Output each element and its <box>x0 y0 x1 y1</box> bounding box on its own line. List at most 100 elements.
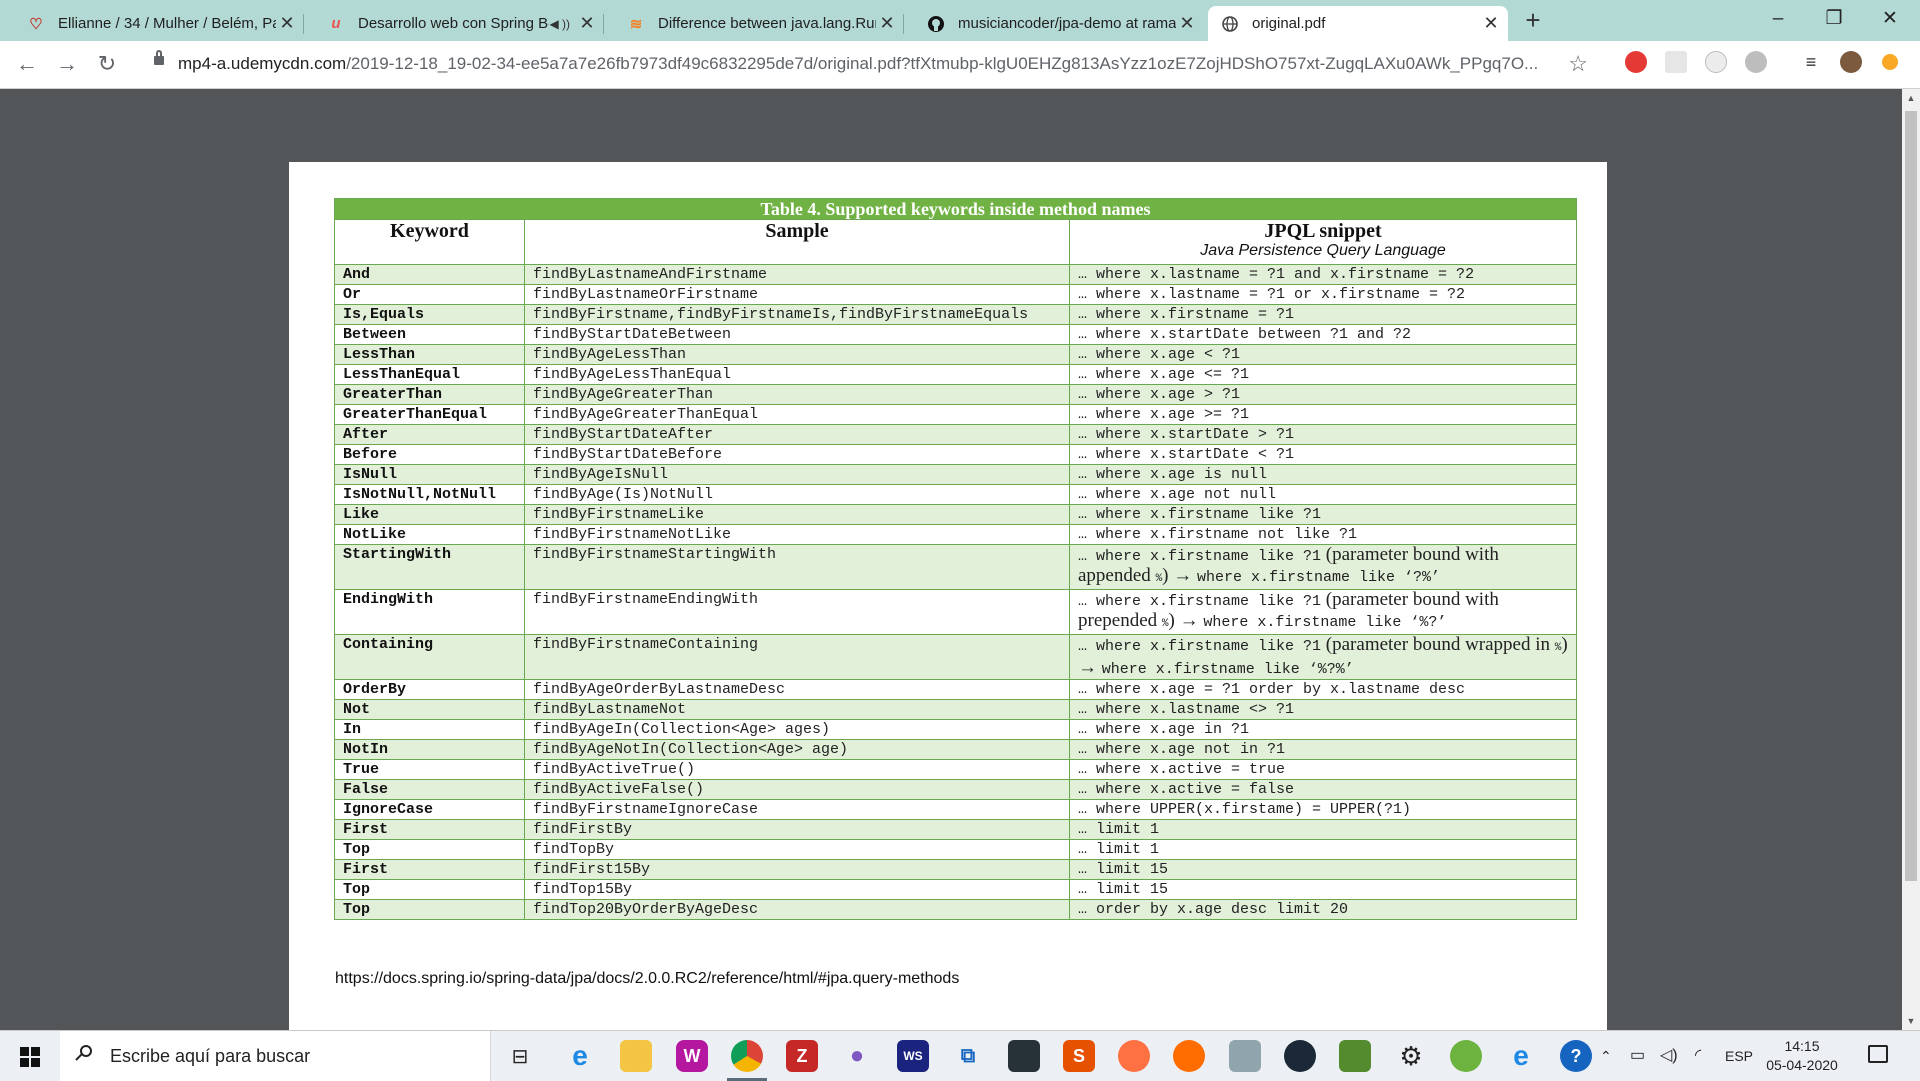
webstorm-icon[interactable]: WS <box>897 1040 929 1072</box>
battery-icon[interactable]: ▭ <box>1630 1031 1645 1081</box>
close-tab-icon[interactable]: ✕ <box>876 13 898 34</box>
update-alert-icon[interactable] <box>1882 54 1898 70</box>
bookmark-star-icon[interactable]: ☆ <box>1568 47 1588 81</box>
tab-github[interactable]: musiciancoder/jpa-demo at rama ✕ <box>914 6 1204 41</box>
jpql-cell: … limit 1 <box>1068 819 1578 840</box>
postman-icon[interactable] <box>1118 1040 1150 1072</box>
jpql-cell: … where x.firstname = ?1 <box>1068 304 1578 325</box>
keyword-cell: After <box>334 424 525 445</box>
sample-cell: findByAge(Is)NotNull <box>524 484 1070 505</box>
tab-original-pdf[interactable]: original.pdf ✕ <box>1208 6 1508 41</box>
extension-icon[interactable] <box>1625 51 1647 73</box>
table-row: False findByActiveFalse()… where x.active… <box>334 779 1578 800</box>
maps-pin-icon[interactable]: ● <box>841 1040 873 1072</box>
udemy-icon: u <box>331 15 341 32</box>
sublime-icon[interactable]: S <box>1063 1040 1095 1072</box>
table-row: Containing findByFirstnameContaining… whe… <box>334 634 1578 680</box>
vertical-scrollbar[interactable]: ▲ ▼ <box>1902 89 1920 1030</box>
firefox-icon[interactable] <box>1173 1040 1205 1072</box>
sample-cell: findFirst15By <box>524 859 1070 880</box>
sample-cell: findByLastnameNot <box>524 699 1070 720</box>
wifi-icon[interactable]: ◜ <box>1695 1031 1701 1081</box>
table-row: IgnoreCase findByFirstnameIgnoreCase… whe… <box>334 799 1578 820</box>
scroll-up-icon[interactable]: ▲ <box>1902 93 1920 103</box>
sample-cell: findByAgeIsNull <box>524 464 1070 485</box>
tab-udemy[interactable]: u Desarrollo web con Spring Bo ◀ )) ✕ <box>314 6 604 41</box>
reload-button[interactable]: ↻ <box>90 47 124 81</box>
language-indicator[interactable]: ESP <box>1725 1031 1753 1081</box>
extension-icon[interactable] <box>1665 51 1687 73</box>
url-text[interactable]: mp4-a.udemycdn.com/2019-12-18_19-02-34-e… <box>178 47 1558 81</box>
globe-icon <box>1220 14 1240 34</box>
volume-icon[interactable]: ◁) <box>1660 1031 1678 1081</box>
new-tab-button[interactable]: + <box>1519 6 1547 36</box>
table-row: In findByAgeIn(Collection<Age> ages)… whe… <box>334 719 1578 740</box>
table-row: First findFirst15By… limit 15 <box>334 859 1578 880</box>
cheatengine-icon[interactable] <box>1339 1040 1371 1072</box>
steam-icon[interactable] <box>1284 1040 1316 1072</box>
task-view-icon[interactable]: ⊟ <box>504 1040 536 1072</box>
forward-button[interactable]: → <box>50 47 84 81</box>
tab-stackoverflow[interactable]: ≋ Difference between java.lang.Run ✕ <box>614 6 904 41</box>
close-tab-icon[interactable]: ✕ <box>1176 13 1198 34</box>
file-explorer-icon[interactable] <box>620 1040 652 1072</box>
keyword-cell: First <box>334 819 525 840</box>
jpql-cell: … where x.age >= ?1 <box>1068 404 1578 425</box>
edge-icon[interactable]: e <box>564 1040 596 1072</box>
media-control-icon[interactable]: ≡ <box>1800 51 1822 73</box>
speaker-icon[interactable]: ◀ )) <box>549 17 570 31</box>
internet-explorer-icon[interactable]: e <box>1505 1040 1537 1072</box>
keyword-cell: EndingWith <box>334 589 525 635</box>
wamp-icon[interactable]: W <box>676 1040 708 1072</box>
keywords-table: Table 4. Supported keywords inside metho… <box>333 198 1578 920</box>
minimize-button[interactable]: – <box>1750 0 1806 40</box>
avatar[interactable] <box>1840 51 1862 73</box>
tab-ellianne[interactable]: ♡ Ellianne / 34 / Mulher / Belém, Pa ✕ <box>14 6 304 41</box>
clock[interactable]: 14:15 05-04-2020 <box>1752 1037 1852 1075</box>
terminal-icon[interactable] <box>1008 1040 1040 1072</box>
table-row: Not findByLastnameNot… where x.lastname <… <box>334 699 1578 720</box>
help-icon[interactable]: ? <box>1560 1040 1592 1072</box>
keyword-cell: First <box>334 859 525 880</box>
keyword-cell: IsNull <box>334 464 525 485</box>
chrome-icon[interactable] <box>731 1040 763 1072</box>
sample-cell: findByAgeIn(Collection<Age> ages) <box>524 719 1070 740</box>
taskbar-search-box[interactable]: Escribe aquí para buscar <box>60 1031 491 1081</box>
keyword-cell: GreaterThanEqual <box>334 404 525 425</box>
settings-icon[interactable]: ⚙ <box>1395 1040 1427 1072</box>
table-row: GreaterThan findByAgeGreaterThan… where x… <box>334 384 1578 405</box>
close-tab-icon[interactable]: ✕ <box>576 13 598 34</box>
notes-icon[interactable] <box>1229 1040 1261 1072</box>
jpql-cell: … where x.age > ?1 <box>1068 384 1578 405</box>
filezilla-icon[interactable]: Z <box>786 1040 818 1072</box>
extension-icon[interactable] <box>1705 51 1727 73</box>
notification-icon[interactable] <box>1868 1045 1888 1063</box>
tab-title: Desarrollo web con Spring Bo <box>358 15 550 32</box>
scrollbar-thumb[interactable] <box>1905 111 1917 881</box>
close-tab-icon[interactable]: ✕ <box>1480 13 1502 34</box>
tab-title: original.pdf <box>1252 15 1326 32</box>
network-icon[interactable]: ⧉ <box>952 1040 984 1072</box>
back-button[interactable]: ← <box>10 47 44 81</box>
close-tab-icon[interactable]: ✕ <box>276 13 298 34</box>
spring-tools-icon[interactable] <box>1450 1040 1482 1072</box>
address-bar[interactable]: mp4-a.udemycdn.com/2019-12-18_19-02-34-e… <box>142 47 1594 81</box>
tray-chevron-icon[interactable]: ⌃ <box>1600 1031 1612 1081</box>
extension-icon[interactable] <box>1745 51 1767 73</box>
pdf-viewer[interactable]: Table 4. Supported keywords inside metho… <box>0 89 1902 1030</box>
table-row: Or findByLastnameOrFirstname… where x.las… <box>334 284 1578 305</box>
clock-date: 05-04-2020 <box>1766 1057 1838 1073</box>
sample-cell: findByFirstnameNotLike <box>524 524 1070 545</box>
start-button[interactable] <box>0 1031 60 1081</box>
keyword-cell: StartingWith <box>334 544 525 590</box>
keyword-cell: Is,Equals <box>334 304 525 325</box>
stackoverflow-icon: ≋ <box>629 15 643 33</box>
jpql-cell: … where x.lastname = ?1 or x.firstname =… <box>1068 284 1578 305</box>
keyword-cell: Top <box>334 899 525 920</box>
close-window-button[interactable]: ✕ <box>1862 0 1918 40</box>
sample-cell: findFirstBy <box>524 819 1070 840</box>
table-row: Before findByStartDateBefore… where x.sta… <box>334 444 1578 465</box>
scroll-down-icon[interactable]: ▼ <box>1902 1016 1920 1026</box>
restore-button[interactable]: ❐ <box>1806 0 1862 40</box>
table-row: NotIn findByAgeNotIn(Collection<Age> age)… <box>334 739 1578 760</box>
